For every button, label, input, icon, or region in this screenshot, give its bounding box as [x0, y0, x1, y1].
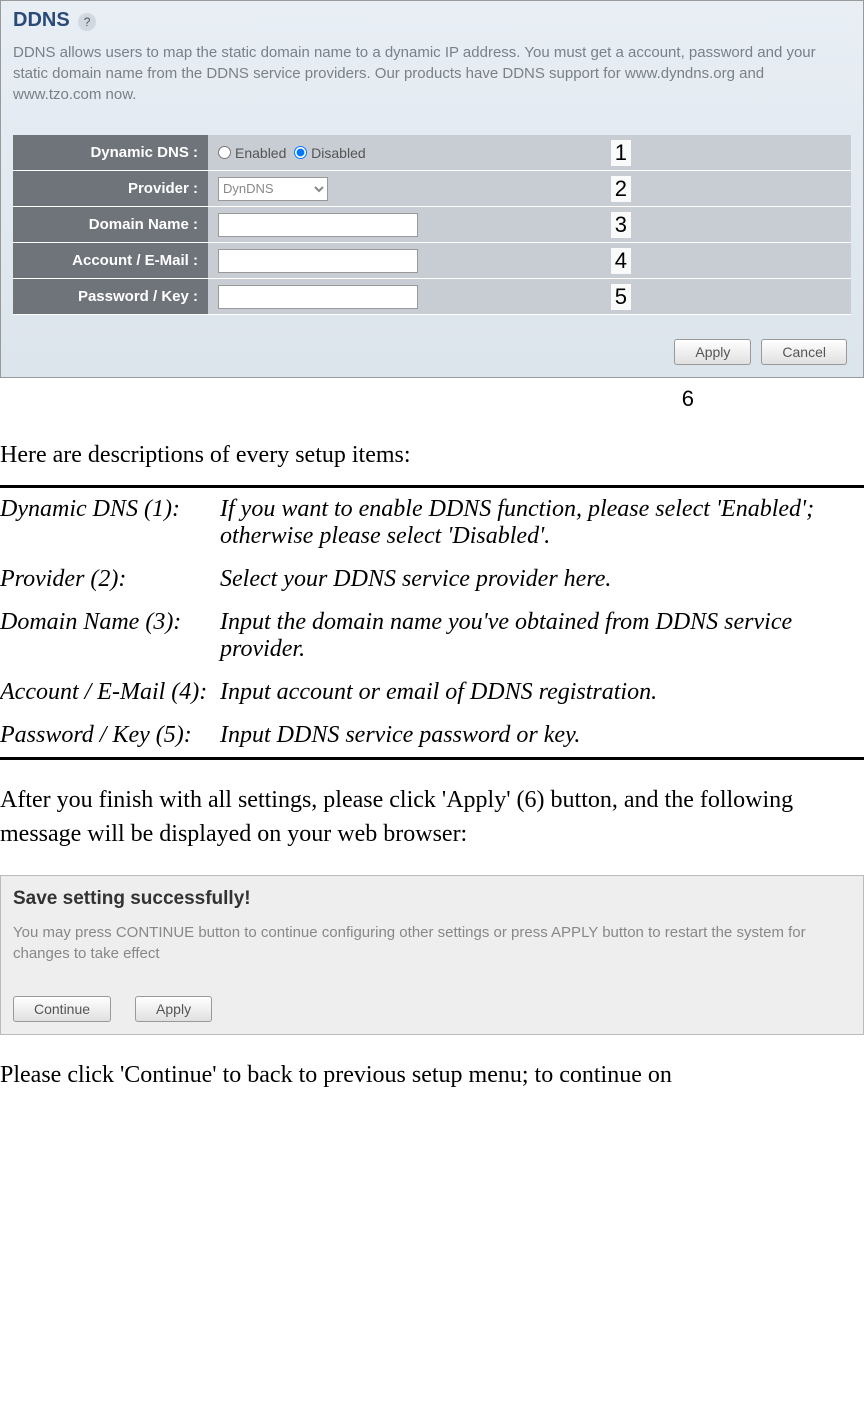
row-dynamic-dns: Dynamic DNS : Enabled Disabled 1 — [13, 135, 851, 171]
badge-2: 2 — [611, 176, 631, 202]
desc-label: Provider (2): — [0, 566, 220, 593]
after-settings-text: After you finish with all settings, plea… — [0, 784, 864, 851]
field-provider: DynDNS — [208, 171, 851, 206]
row-provider: Provider : DynDNS 2 — [13, 171, 851, 207]
select-provider[interactable]: DynDNS — [218, 177, 328, 201]
desc-text: Input the domain name you've obtained fr… — [220, 609, 864, 663]
label-account-email: Account / E-Mail : — [13, 243, 208, 278]
desc-label: Dynamic DNS (1): — [0, 496, 220, 550]
desc-text: Input account or email of DDNS registrat… — [220, 679, 864, 706]
save-title: Save setting successfully! — [13, 888, 851, 910]
row-account-email: Account / E-Mail : 4 — [13, 243, 851, 279]
label-password-key: Password / Key : — [13, 279, 208, 314]
badge-5: 5 — [611, 284, 631, 310]
desc-label: Domain Name (3): — [0, 609, 220, 663]
label-dynamic-dns: Dynamic DNS : — [13, 135, 208, 170]
desc-text: If you want to enable DDNS function, ple… — [220, 496, 864, 550]
desc-row: Domain Name (3): Input the domain name y… — [0, 601, 864, 671]
desc-label: Password / Key (5): — [0, 722, 220, 749]
panel-intro-text: DDNS allows users to map the static doma… — [13, 42, 851, 105]
desc-row: Dynamic DNS (1): If you want to enable D… — [0, 488, 864, 558]
input-password-key[interactable] — [218, 285, 418, 309]
input-domain-name[interactable] — [218, 213, 418, 237]
descriptions-table: Dynamic DNS (1): If you want to enable D… — [0, 485, 864, 760]
save-success-panel: Save setting successfully! You may press… — [0, 875, 864, 1035]
desc-row: Password / Key (5): Input DDNS service p… — [0, 714, 864, 757]
radio-disabled-label: Disabled — [311, 145, 365, 161]
cancel-button[interactable]: Cancel — [761, 339, 847, 365]
desc-text: Input DDNS service password or key. — [220, 722, 864, 749]
radio-enabled-label: Enabled — [235, 145, 286, 161]
label-provider: Provider : — [13, 171, 208, 206]
row-password-key: Password / Key : 5 — [13, 279, 851, 315]
field-dynamic-dns: Enabled Disabled — [208, 135, 851, 170]
help-icon[interactable]: ? — [78, 13, 96, 31]
panel-title-row: DDNS ? — [13, 9, 851, 32]
desc-row: Account / E-Mail (4): Input account or e… — [0, 671, 864, 714]
badge-3: 3 — [611, 212, 631, 238]
footer-text: Please click 'Continue' to back to previ… — [0, 1059, 864, 1093]
desc-label: Account / E-Mail (4): — [0, 679, 220, 706]
badge-6: 6 — [0, 386, 864, 412]
panel-title: DDNS — [13, 9, 70, 31]
continue-button[interactable]: Continue — [13, 996, 111, 1022]
input-account-email[interactable] — [218, 249, 418, 273]
label-domain-name: Domain Name : — [13, 207, 208, 242]
desc-row: Provider (2): Select your DDNS service p… — [0, 558, 864, 601]
save-buttons-row: Continue Apply — [13, 996, 851, 1022]
radio-disabled[interactable] — [294, 146, 307, 159]
field-domain-name — [208, 207, 851, 242]
save-text: You may press CONTINUE button to continu… — [13, 922, 851, 964]
descriptions-intro: Here are descriptions of every setup ite… — [0, 442, 864, 469]
field-account-email — [208, 243, 851, 278]
button-row: Apply Cancel — [13, 339, 851, 365]
ddns-config-panel: DDNS ? DDNS allows users to map the stat… — [0, 0, 864, 378]
field-password-key — [208, 279, 851, 314]
desc-text: Select your DDNS service provider here. — [220, 566, 864, 593]
badge-1: 1 — [611, 140, 631, 166]
apply-button[interactable]: Apply — [674, 339, 751, 365]
radio-enabled[interactable] — [218, 146, 231, 159]
badge-4: 4 — [611, 248, 631, 274]
row-domain-name: Domain Name : 3 — [13, 207, 851, 243]
apply-button-2[interactable]: Apply — [135, 996, 212, 1022]
